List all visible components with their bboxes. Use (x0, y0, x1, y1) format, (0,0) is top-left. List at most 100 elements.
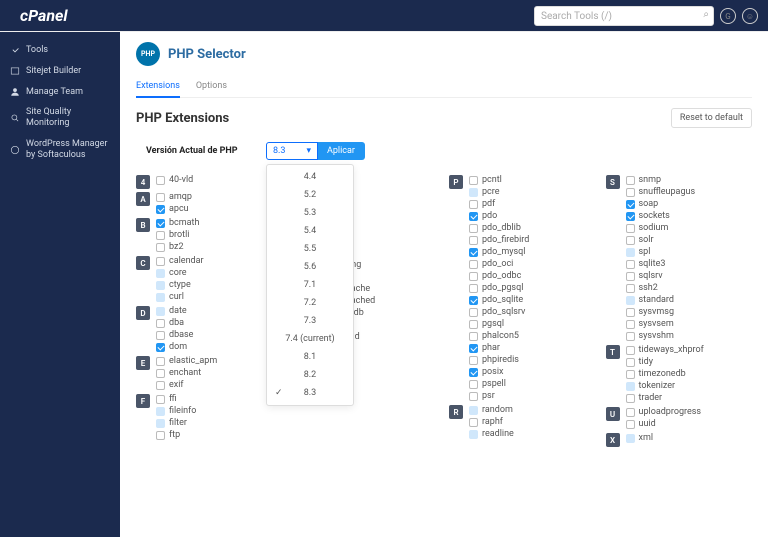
extension-checkbox[interactable] (156, 231, 165, 240)
reset-button[interactable]: Reset to default (671, 108, 752, 128)
extension-checkbox[interactable] (469, 320, 478, 329)
extension-checkbox[interactable] (156, 331, 165, 340)
extension-checkbox[interactable] (156, 431, 165, 440)
extension-item: solr (626, 234, 696, 246)
extension-checkbox[interactable] (156, 205, 165, 214)
tab-options[interactable]: Options (196, 76, 227, 97)
extension-label: uploadprogress (639, 407, 702, 417)
version-option[interactable]: 5.3 (267, 204, 353, 222)
sidebar-item-team[interactable]: Manage Team (0, 82, 120, 103)
extension-checkbox[interactable] (626, 272, 635, 281)
extension-checkbox[interactable] (469, 284, 478, 293)
version-option[interactable]: 7.2 (267, 294, 353, 312)
sidebar-item-tools[interactable]: Tools (0, 40, 120, 61)
version-option[interactable]: 8.2 (267, 366, 353, 384)
notify-icon[interactable]: G (720, 8, 736, 24)
extension-checkbox[interactable] (469, 418, 478, 427)
extension-checkbox[interactable] (156, 319, 165, 328)
version-option[interactable]: 7.3 (267, 312, 353, 330)
extension-checkbox[interactable] (626, 332, 635, 341)
extension-checkbox[interactable] (469, 176, 478, 185)
extension-checkbox[interactable] (156, 219, 165, 228)
version-option[interactable]: 7.1 (267, 276, 353, 294)
extension-checkbox[interactable] (469, 430, 478, 439)
apply-button[interactable]: Aplicar (317, 142, 365, 160)
extension-checkbox[interactable] (469, 406, 478, 415)
letter-badge: B (136, 218, 150, 232)
extension-checkbox[interactable] (156, 357, 165, 366)
extension-checkbox[interactable] (156, 293, 165, 302)
user-icon[interactable]: ☺ (742, 8, 758, 24)
search-input[interactable] (534, 6, 714, 26)
extension-item: sqlite3 (626, 258, 696, 270)
extension-checkbox[interactable] (469, 200, 478, 209)
extension-checkbox[interactable] (469, 212, 478, 221)
extension-checkbox[interactable] (156, 407, 165, 416)
extension-checkbox[interactable] (626, 434, 635, 443)
extension-checkbox[interactable] (156, 381, 165, 390)
extension-checkbox[interactable] (156, 281, 165, 290)
extension-checkbox[interactable] (469, 392, 478, 401)
extension-checkbox[interactable] (156, 395, 165, 404)
extension-checkbox[interactable] (626, 320, 635, 329)
extension-checkbox[interactable] (156, 269, 165, 278)
extension-checkbox[interactable] (626, 260, 635, 269)
version-option[interactable]: 5.5 (267, 240, 353, 258)
extension-checkbox[interactable] (469, 272, 478, 281)
extension-checkbox[interactable] (156, 419, 165, 428)
extension-checkbox[interactable] (626, 382, 635, 391)
version-option[interactable]: 5.4 (267, 222, 353, 240)
extension-checkbox[interactable] (626, 212, 635, 221)
extension-checkbox[interactable] (626, 346, 635, 355)
extension-checkbox[interactable] (156, 257, 165, 266)
sidebar-item-sitejet[interactable]: Sitejet Builder (0, 61, 120, 82)
version-option[interactable]: 5.2 (267, 186, 353, 204)
sidebar-item-wordpress[interactable]: WordPress Manager by Softaculous (0, 134, 120, 166)
extension-checkbox[interactable] (469, 236, 478, 245)
version-select[interactable]: 8.3▾ (266, 142, 318, 160)
tab-extensions[interactable]: Extensions (136, 76, 180, 98)
version-option[interactable]: 8.3 (267, 384, 353, 402)
extension-checkbox[interactable] (626, 200, 635, 209)
extension-checkbox[interactable] (156, 193, 165, 202)
extension-checkbox[interactable] (626, 284, 635, 293)
extension-checkbox[interactable] (626, 420, 635, 429)
extension-checkbox[interactable] (626, 296, 635, 305)
extension-checkbox[interactable] (156, 243, 165, 252)
extension-checkbox[interactable] (469, 308, 478, 317)
extension-checkbox[interactable] (156, 307, 165, 316)
extension-checkbox[interactable] (469, 260, 478, 269)
extension-checkbox[interactable] (626, 394, 635, 403)
extension-item: elastic_apm (156, 355, 217, 367)
extension-checkbox[interactable] (626, 408, 635, 417)
extension-checkbox[interactable] (156, 369, 165, 378)
extension-item: timezonedb (626, 368, 704, 380)
extension-checkbox[interactable] (469, 356, 478, 365)
extension-checkbox[interactable] (469, 224, 478, 233)
extension-checkbox[interactable] (626, 236, 635, 245)
extension-checkbox[interactable] (626, 188, 635, 197)
version-option[interactable]: 8.1 (267, 348, 353, 366)
extension-checkbox[interactable] (626, 308, 635, 317)
extension-item: posix (469, 366, 529, 378)
extension-checkbox[interactable] (469, 248, 478, 257)
version-option[interactable]: 7.4 (current) (267, 330, 353, 348)
extension-label: readline (482, 429, 514, 439)
extension-checkbox[interactable] (469, 332, 478, 341)
extension-checkbox[interactable] (626, 370, 635, 379)
sidebar-item-quality[interactable]: Site Quality Monitoring (0, 102, 120, 134)
extension-label: pcntl (482, 175, 502, 185)
version-option[interactable]: 4.4 (267, 168, 353, 186)
extension-checkbox[interactable] (469, 188, 478, 197)
extension-checkbox[interactable] (626, 176, 635, 185)
extension-checkbox[interactable] (156, 176, 165, 185)
extension-checkbox[interactable] (626, 248, 635, 257)
extension-checkbox[interactable] (469, 344, 478, 353)
extension-checkbox[interactable] (626, 358, 635, 367)
extension-checkbox[interactable] (626, 224, 635, 233)
extension-checkbox[interactable] (469, 368, 478, 377)
extension-checkbox[interactable] (156, 343, 165, 352)
extension-checkbox[interactable] (469, 380, 478, 389)
extension-checkbox[interactable] (469, 296, 478, 305)
version-option[interactable]: 5.6 (267, 258, 353, 276)
